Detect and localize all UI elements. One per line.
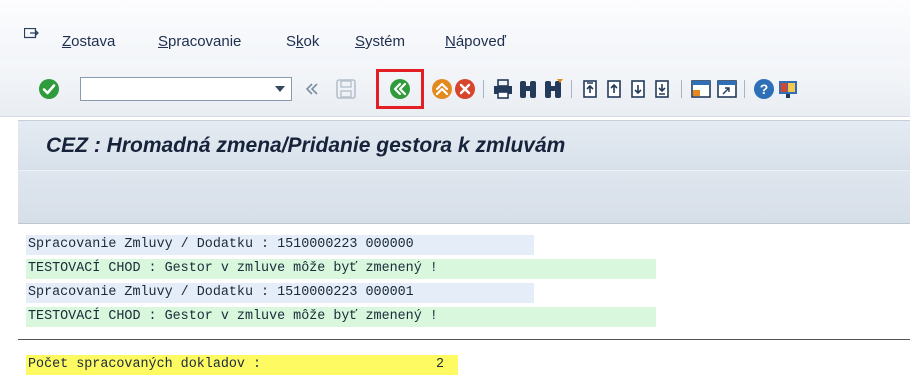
- find-icon[interactable]: [517, 78, 539, 100]
- toolbar-separator: [744, 80, 745, 98]
- next-page-icon[interactable]: [628, 78, 650, 100]
- cancel-icon[interactable]: [454, 78, 476, 100]
- chevron-down-icon[interactable]: [275, 86, 285, 92]
- list-line: Spracovanie Zmluvy / Dodatku : 151000022…: [26, 283, 534, 303]
- help-icon[interactable]: ?: [753, 78, 775, 100]
- svg-text:?: ?: [760, 81, 769, 97]
- enter-icon[interactable]: [38, 78, 60, 100]
- shortcut-icon[interactable]: [716, 78, 738, 100]
- list-line: Spracovanie Zmluvy / Dodatku : 151000022…: [26, 235, 534, 255]
- menu-spracovanie[interactable]: Spracovanie: [158, 33, 241, 50]
- last-page-icon[interactable]: [652, 78, 674, 100]
- command-input[interactable]: [85, 79, 269, 101]
- first-page-icon[interactable]: [580, 78, 602, 100]
- menu-bar: Zostava Spracovanie Skok Systém Nápoveď: [0, 0, 910, 60]
- previous-page-icon[interactable]: [604, 78, 626, 100]
- application-toolbar: [18, 170, 910, 224]
- summary-line: Počet spracovaných dokladov : 2: [26, 355, 458, 375]
- save-icon[interactable]: [335, 78, 357, 100]
- create-session-icon[interactable]: [690, 78, 712, 100]
- exit-icon[interactable]: [431, 78, 453, 100]
- page-title: CEZ : Hromadná zmena/Pridanie gestora k …: [46, 134, 566, 157]
- command-field[interactable]: [80, 77, 292, 101]
- back-chevron-icon[interactable]: [305, 78, 319, 100]
- toolbar-separator: [571, 80, 572, 98]
- customize-icon[interactable]: [777, 78, 799, 100]
- print-icon[interactable]: [492, 78, 514, 100]
- title-bar: CEZ : Hromadná zmena/Pridanie gestora k …: [18, 120, 910, 171]
- find-next-icon[interactable]: [542, 78, 564, 100]
- list-line: TESTOVACÍ CHOD : Gestor v zmluve môže by…: [26, 259, 656, 279]
- menu-system[interactable]: Systém: [355, 33, 405, 50]
- toolbar-separator: [483, 80, 484, 98]
- highlight-box: [376, 69, 424, 109]
- standard-toolbar: ?: [0, 60, 910, 117]
- summary-value: 2: [436, 357, 445, 372]
- list-line: TESTOVACÍ CHOD : Gestor v zmluve môže by…: [26, 307, 656, 327]
- menu-napoved[interactable]: Nápoveď: [445, 33, 506, 50]
- menu-zostava[interactable]: Zostava: [62, 33, 115, 50]
- menu-skok[interactable]: Skok: [286, 33, 319, 50]
- divider: [18, 339, 910, 340]
- summary-label: Počet spracovaných dokladov :: [28, 357, 262, 372]
- menu-tray-icon[interactable]: [24, 28, 39, 40]
- toolbar-separator: [681, 80, 682, 98]
